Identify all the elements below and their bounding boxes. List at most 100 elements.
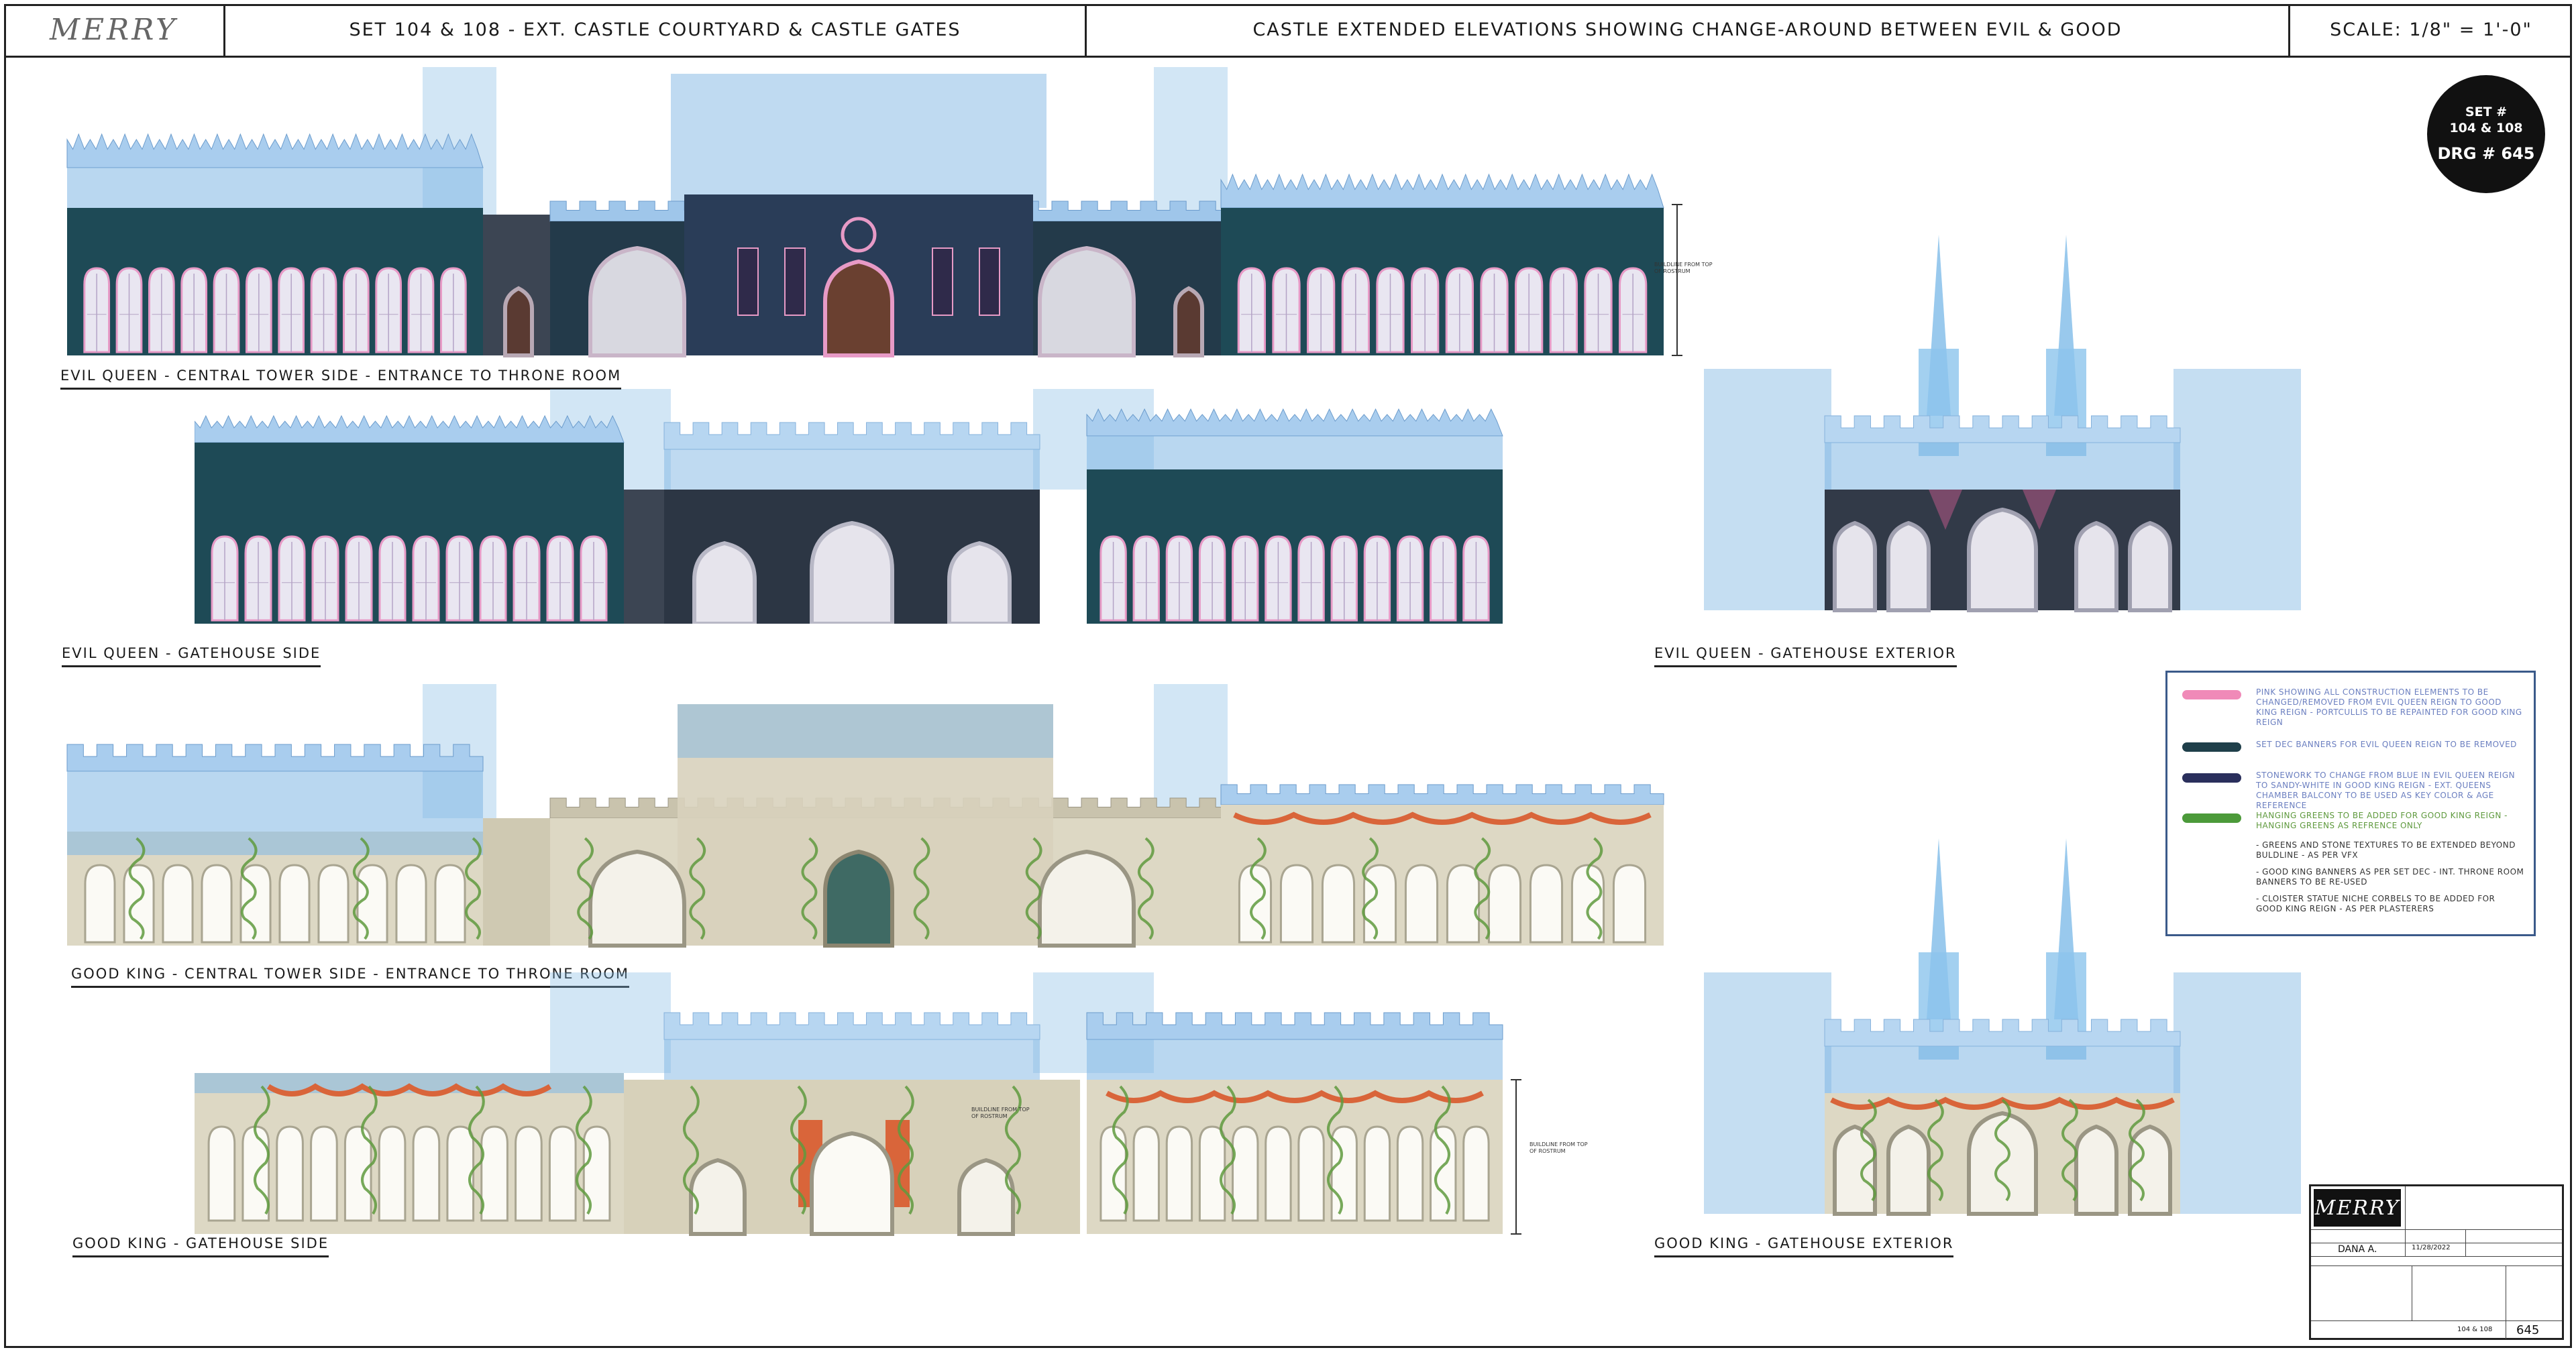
cloister-arch xyxy=(201,864,233,944)
legend-swatch xyxy=(2182,773,2241,783)
vfx-extension xyxy=(1154,684,1228,818)
cloister-arch xyxy=(1396,1125,1424,1222)
cloister-arch xyxy=(1487,864,1522,944)
frieze xyxy=(67,832,483,855)
vfx-extension xyxy=(1704,972,1831,1214)
door xyxy=(1173,286,1204,357)
legend-item: SET DEC BANNERS FOR EVIL QUEEN REIGN TO … xyxy=(2182,740,2524,767)
parapet xyxy=(1220,784,1664,805)
cloister-arch xyxy=(276,1125,304,1222)
gatehouse-gate xyxy=(810,1131,894,1236)
cloister-arch xyxy=(1132,1125,1160,1222)
title-block-designer: DANA A. xyxy=(2338,1244,2377,1255)
gate-portcullis-right xyxy=(1038,849,1136,948)
vfx-extension xyxy=(1825,443,2180,490)
cloister-arch xyxy=(1099,1125,1127,1222)
gatehouse-gate xyxy=(810,520,894,624)
frieze xyxy=(195,1073,624,1093)
parapet xyxy=(663,1012,1040,1040)
vfx-extension xyxy=(1704,369,1831,610)
vfx-extension xyxy=(664,449,1040,490)
gate-portcullis-left xyxy=(588,245,686,357)
cloister-arch xyxy=(207,1125,236,1222)
drawing-sheet: MERRY SET 104 & 108 - EXT. CASTLE COURTY… xyxy=(0,0,2576,1352)
vfx-extension xyxy=(1087,436,1503,469)
facade-arch xyxy=(2128,1124,2172,1216)
throne-room-door xyxy=(823,259,894,357)
facade-arch xyxy=(1886,520,1931,612)
parapet xyxy=(1220,173,1664,209)
cloister-arch xyxy=(278,864,311,944)
facade-arch xyxy=(2128,520,2172,612)
title-block-drawing-no: 645 xyxy=(2516,1323,2540,1337)
cloister-arch xyxy=(1529,864,1564,944)
elevation-good-king-gatehouse-side xyxy=(195,972,1521,1236)
cloister-arch xyxy=(1404,864,1439,944)
title-block-logo: MERRY xyxy=(2314,1189,2401,1227)
cloister-arch xyxy=(434,864,466,944)
parapet xyxy=(663,422,1040,450)
cloister-arch xyxy=(1321,864,1356,944)
cloister-arch xyxy=(395,864,427,944)
label-good-king-gatehouse-exterior: GOOD KING - GATEHOUSE EXTERIOR xyxy=(1654,1235,1954,1257)
legend-swatch xyxy=(2182,813,2241,823)
vfx-extension xyxy=(664,1039,1040,1080)
legend-item: HANGING GREENS TO BE ADDED FOR GOOD KING… xyxy=(2182,811,2524,838)
title-block-date: 11/28/2022 xyxy=(2412,1244,2451,1251)
vfx-extension xyxy=(1154,67,1228,221)
cloister-arch xyxy=(162,864,194,944)
facade-arch xyxy=(2074,1124,2118,1216)
banner xyxy=(784,247,806,316)
stair-block xyxy=(624,490,664,624)
cloister-arch xyxy=(1363,1125,1391,1222)
title-block-sets: 104 & 108 xyxy=(2457,1326,2493,1333)
gatehouse-window xyxy=(957,1158,1015,1236)
parapet xyxy=(1824,415,2181,443)
sheet-title: CASTLE EXTENDED ELEVATIONS SHOWING CHANG… xyxy=(1252,19,2123,40)
legend-text: STONEWORK TO CHANGE FROM BLUE IN EVIL QU… xyxy=(2256,771,2516,810)
header-sheet-cell: CASTLE EXTENDED ELEVATIONS SHOWING CHANG… xyxy=(1087,4,2290,56)
cloister-arch xyxy=(1297,1125,1325,1222)
gate-portcullis-right xyxy=(1038,245,1136,357)
cloister-arch xyxy=(310,1125,338,1222)
parapet xyxy=(66,744,484,772)
badge-set-numbers: 104 & 108 xyxy=(2449,121,2523,135)
legend-text: SET DEC BANNERS FOR EVIL QUEEN REIGN TO … xyxy=(2256,740,2517,749)
cloister-arch xyxy=(1279,864,1314,944)
legend-swatch xyxy=(2182,690,2241,699)
header-logo-cell: MERRY xyxy=(4,4,225,56)
set-title: SET 104 & 108 - EXT. CASTLE COURTYARD & … xyxy=(349,19,961,40)
legend-swatch xyxy=(2182,742,2241,752)
drawing-number-badge: SET # 104 & 108 DRG # 645 xyxy=(2427,75,2545,193)
vfx-extension xyxy=(1087,1039,1503,1080)
badge-set-label: SET # xyxy=(2465,105,2508,120)
legend-text: HANGING GREENS TO BE ADDED FOR GOOD KING… xyxy=(2256,811,2508,830)
cloister-arch xyxy=(84,864,116,944)
buildline-note-2: BUILDLINE FROM TOP OF ROSTRUM xyxy=(971,1107,1030,1119)
header-set-cell: SET 104 & 108 - EXT. CASTLE COURTYARD & … xyxy=(225,4,1087,56)
facade-arch xyxy=(1886,1124,1931,1216)
throne-room-door xyxy=(823,849,894,948)
parapet xyxy=(1824,1019,2181,1047)
legend-note: - GOOD KING BANNERS AS PER SET DEC - INT… xyxy=(2256,867,2524,887)
banner xyxy=(932,247,953,316)
title-bar: MERRY SET 104 & 108 - EXT. CASTLE COURTY… xyxy=(4,4,2572,58)
label-good-king-gatehouse-side: GOOD KING - GATEHOUSE SIDE xyxy=(72,1235,329,1257)
vfx-extension xyxy=(1825,1046,2180,1093)
elevation-evil-queen-gatehouse-side xyxy=(195,389,1503,624)
gatehouse-window xyxy=(947,541,1012,624)
door xyxy=(503,286,534,357)
cloister-arch xyxy=(356,864,388,944)
title-block: MERRY DANA A. 11/28/2022 104 & 108 645 xyxy=(2309,1184,2564,1340)
scale-label: SCALE: 1/8" = 1'-0" xyxy=(2330,19,2532,40)
legend-item: PINK SHOWING ALL CONSTRUCTION ELEMENTS T… xyxy=(2182,687,2524,741)
vfx-extension xyxy=(671,74,1046,208)
elevation-good-king-central-tower xyxy=(66,684,1664,948)
gatehouse-window xyxy=(689,1158,747,1236)
parapet xyxy=(1086,1012,1503,1040)
elevation-evil-queen-gatehouse-exterior xyxy=(1704,235,2301,612)
legend-text: PINK SHOWING ALL CONSTRUCTION ELEMENTS T… xyxy=(2256,687,2522,727)
stair-block xyxy=(483,818,550,946)
vfx-extension xyxy=(67,168,483,208)
legend-panel: PINK SHOWING ALL CONSTRUCTION ELEMENTS T… xyxy=(2165,671,2536,936)
